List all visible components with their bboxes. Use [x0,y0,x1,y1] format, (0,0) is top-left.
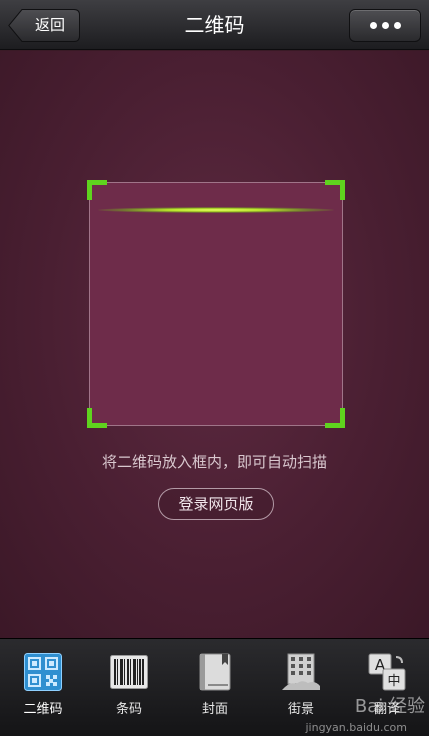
tool-label: 二维码 [23,702,63,717]
tool-qr-code[interactable]: 二维码 [0,639,86,736]
qr-code-icon [24,653,62,691]
watermark-logo: Bai 经验 [354,696,425,717]
nav-bar: 返回 二维码 [0,0,429,50]
more-button[interactable] [349,9,421,42]
scan-frame [87,180,345,428]
translate-icon: A 中 [368,653,406,691]
scanner-view: 将二维码放入框内，即可自动扫描 登录网页版 [0,51,429,638]
scan-line [98,207,334,213]
scan-hint: 将二维码放入框内，即可自动扫描 [101,453,327,471]
tool-label: 封面 [201,702,228,717]
web-login-button[interactable]: 登录网页版 [158,488,274,520]
book-cover-icon [199,653,231,691]
tool-barcode[interactable]: 条码 [86,639,172,736]
watermark-url: jingyan.baidu.com [305,721,407,734]
svg-text:中: 中 [387,674,400,689]
tool-label: 条码 [115,702,142,717]
corner-top-right [325,180,345,200]
corner-bottom-left [87,408,107,428]
corner-bottom-right [325,408,345,428]
barcode-icon [110,655,148,689]
street-view-icon [282,653,320,690]
bottom-toolbar: 二维码 条码 封面 街景 A 中 翻译 Bai 经验 jingyan.baidu… [0,638,429,736]
more-dots-icon [350,10,420,41]
corner-top-left [87,180,107,200]
tool-cover[interactable]: 封面 [172,639,258,736]
tool-label: 街景 [287,702,314,717]
